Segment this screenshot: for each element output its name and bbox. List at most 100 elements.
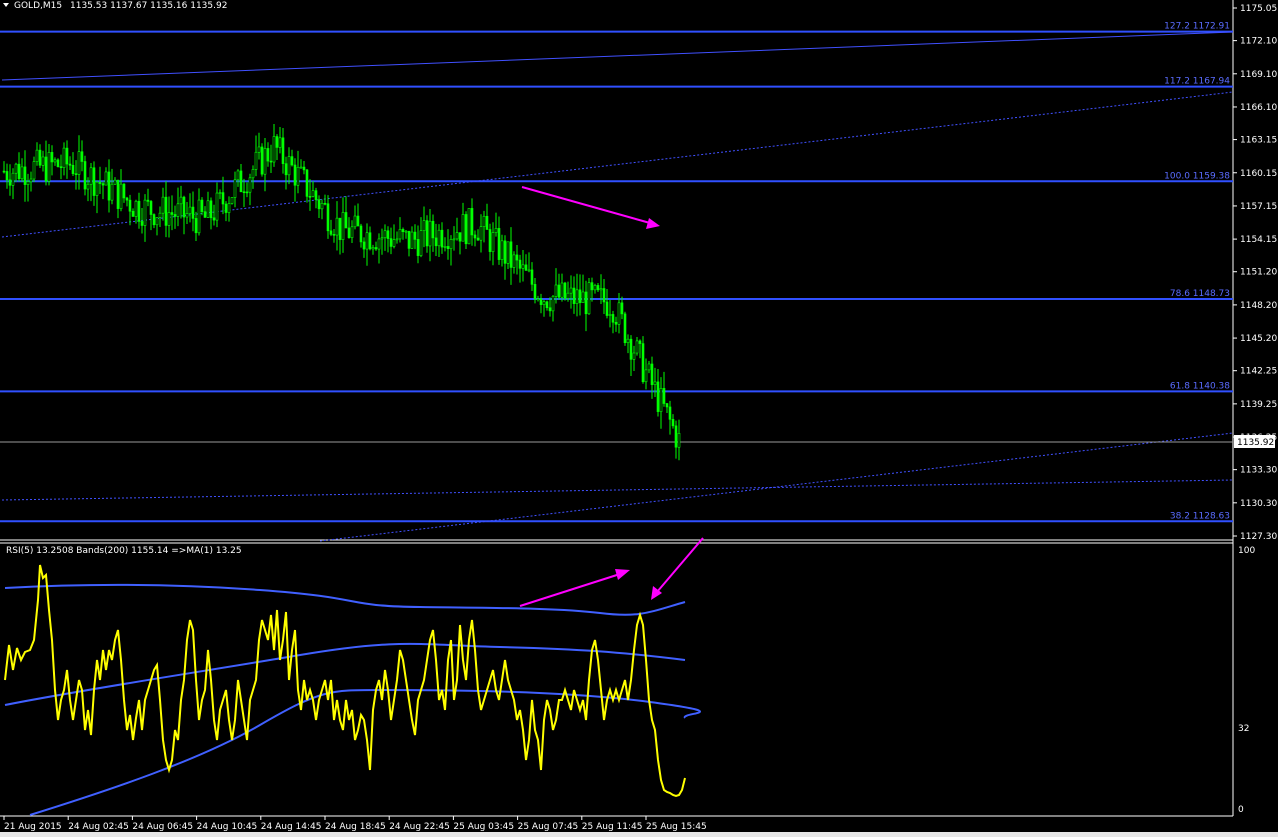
candle-body [416,239,420,256]
time-tick-label: 24 Aug 02:45 [68,822,129,832]
rsi-level-0: 0 [1238,805,1244,815]
candle-body [377,238,381,250]
candle-body [77,151,81,175]
candle-body [674,425,678,448]
candle-body [515,254,519,261]
price-tick-label: 1163.15 [1240,136,1277,146]
candle-body [227,203,231,213]
candle-body [620,302,624,315]
candle-body [215,192,219,221]
symbol-label: GOLD,M15 [14,1,62,11]
candle-body [659,388,663,412]
candle-body [158,212,162,218]
candle-body [458,232,462,242]
candle-body [296,166,300,186]
candle-body [326,203,330,232]
candle-body [572,287,576,304]
candle-body [197,199,201,234]
candle-body [497,228,501,260]
candle-body [2,170,6,173]
candle-body [29,178,33,183]
candle-body [506,241,510,264]
candle-body [275,136,279,148]
candle-body [125,197,129,201]
candle-body [422,220,426,232]
candle-body [245,191,249,194]
candle-body [656,381,660,412]
price-tick-label: 1166.10 [1240,103,1277,113]
price-tick-label: 1172.10 [1240,37,1277,47]
candle-body [611,314,615,323]
candle-body [449,239,453,250]
candle-body [587,282,591,315]
candle-body [545,301,549,309]
candle-body [251,169,255,179]
candle-body [629,338,633,360]
candle-body [311,190,315,197]
candle-body [122,183,126,199]
candle-body [23,166,27,185]
current-price-label: 1135.92 [1237,438,1274,448]
price-tick-label: 1142.25 [1240,367,1277,377]
candle-body [14,163,18,174]
candle-body [53,159,57,163]
candle-body [305,169,309,197]
candle-body [641,343,645,383]
candle-body [308,196,312,198]
price-tick-label: 1133.30 [1240,466,1277,476]
candle-body [113,179,117,185]
candle-body [284,163,288,176]
candle-body [332,234,336,236]
candle-body [266,148,270,162]
candle-body [41,156,45,166]
price-tick-label: 1160.15 [1240,169,1277,179]
candle-body [470,208,474,236]
candle-body [542,301,546,305]
time-tick-label: 24 Aug 06:45 [132,822,193,832]
candle-body [335,217,339,236]
candle-body [59,166,63,168]
candle-body [50,152,54,163]
chart-header: GOLD,M15 1135.53 1137.67 1135.16 1135.92 [3,1,227,11]
candle-body [281,137,285,164]
candle-body [17,163,21,180]
candle-body [137,200,141,222]
candle-body [32,161,36,180]
candle-body [317,199,321,210]
candle-body [392,239,396,247]
rsi-level-32: 32 [1238,724,1249,734]
candle-body [65,147,69,165]
candle-body [623,313,627,344]
candle-body [302,166,306,171]
candle-body [119,183,123,209]
candle-body [671,419,675,427]
price-tick-label: 1145.20 [1240,334,1277,344]
candle-body [446,246,450,250]
candle-body [452,238,456,241]
candle-body [293,164,297,186]
candle-body [536,298,540,301]
candle-body [359,225,363,243]
fib-level-label: 127.2 1172.91 [1164,22,1230,32]
candle-body [410,231,414,249]
candle-body [647,363,651,371]
current-price-tag: 1135.92 [1234,435,1275,448]
candle-body [212,217,216,221]
candle-body [194,218,198,234]
candle-body [662,388,666,404]
candle-body [551,296,555,312]
candle-body [443,246,447,248]
horizontal-scrollbar[interactable] [0,832,1278,837]
candle-body [677,433,681,448]
candle-body [575,289,579,304]
candle-body [350,226,354,238]
candle-body [89,167,93,185]
candle-body [482,215,486,228]
candle-body [83,161,87,190]
candle-body [524,264,528,271]
candle-body [665,403,669,408]
candle-body [491,232,495,252]
candle-body [512,254,516,268]
ohlc-label: 1135.53 1137.67 1135.16 1135.92 [70,1,227,11]
candle-body [428,220,432,247]
